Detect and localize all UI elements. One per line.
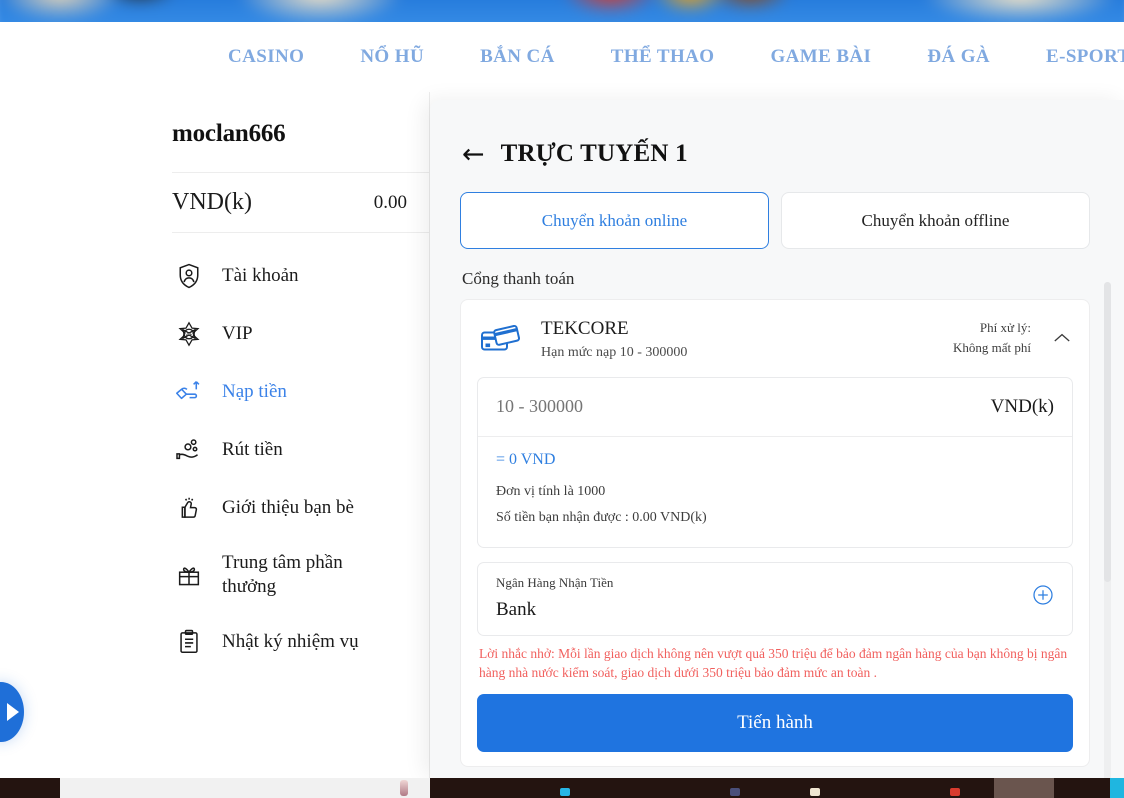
sidebar-item-label: Giới thiệu bạn bè (222, 497, 354, 519)
shield-user-icon (174, 261, 204, 291)
transfer-mode-tabs: Chuyển khoản online Chuyển khoản offline (460, 178, 1090, 249)
gateway-names: TEKCORE Hạn mức nạp 10 - 300000 (541, 316, 937, 361)
sidebar-item-trung-tam-phan-thuong[interactable]: Trung tâm phần thưởng (152, 537, 429, 613)
nav-item-casino[interactable]: CASINO (228, 46, 304, 68)
modal-title: TRỰC TUYẾN 1 (500, 140, 688, 167)
warning-text: Lời nhắc nhở: Mỗi lần giao dịch không nê… (479, 645, 1068, 680)
sidebar-item-label: VIP (222, 323, 253, 345)
gateway-name: TEKCORE (541, 318, 629, 339)
sidebar-item-tai-khoan[interactable]: Tài khoản (152, 247, 429, 305)
top-navigation: CASINO NỔ HŨ BẮN CÁ THỂ THAO GAME BÀI ĐÁ… (0, 22, 1124, 92)
sidebar-item-nap-tien[interactable]: Nạp tiền (152, 363, 429, 421)
deposit-modal: ← TRỰC TUYẾN 1 Chuyển khoản online Chuyể… (430, 100, 1124, 778)
clipboard-list-icon (174, 627, 204, 657)
bottom-strip-marker (400, 780, 408, 796)
proceed-button[interactable]: Tiến hành (477, 693, 1073, 752)
payment-gateway-label: Cổng thanh toán (462, 269, 575, 288)
sidebar-item-rut-tien[interactable]: Rút tiền (152, 421, 429, 479)
bottom-strip-left-dark (0, 778, 60, 798)
sidebar-item-label: Tài khoản (222, 265, 299, 287)
fee-value: Không mất phí (953, 340, 1031, 356)
nav-item-the-thao[interactable]: THỂ THAO (611, 46, 715, 68)
sidebar-item-label: Nhật ký nhiệm vụ (222, 630, 359, 652)
gateway-card-body: VND(k) = 0 VND Đơn vị tính là 1000 Số ti… (461, 376, 1089, 766)
gateway-fee: Phí xử lý: Không mất phí (953, 318, 1035, 360)
play-triangle-icon (7, 703, 19, 721)
bottom-strip-right-dark (430, 778, 1124, 798)
gateway-card-tekcore: TEKCORE Hạn mức nạp 10 - 300000 Phí xử l… (460, 299, 1090, 767)
sidebar-menu: Tài khoản VIP VIP Nạp tiền Rút tiền Giới… (152, 233, 429, 671)
sidebar-item-label: Trung tâm phần thưởng (222, 552, 343, 597)
back-arrow-icon[interactable]: ← (462, 141, 485, 168)
thumbs-up-icon (174, 493, 204, 523)
bottom-strip-dot-1 (560, 788, 570, 796)
fee-label: Phí xử lý: (979, 319, 1031, 335)
sidebar-item-label: Rút tiền (222, 439, 283, 461)
bottom-strip-dot-3 (810, 788, 820, 796)
banner-blur (0, 0, 1124, 22)
vip-badge-icon: VIP (174, 319, 204, 349)
bank-texts: Ngân Hàng Nhận Tiền Bank (496, 575, 613, 621)
bottom-strip-dot-4 (950, 788, 960, 796)
nav-item-game-bai[interactable]: GAME BÀI (770, 46, 871, 68)
bottom-strip-edge (1110, 778, 1124, 798)
modal-header: ← TRỰC TUYẾN 1 (430, 100, 1124, 178)
modal-scrollbar-thumb[interactable] (1104, 282, 1111, 582)
amount-input[interactable] (496, 396, 887, 418)
sidebar-balance: VND(k) 0.00 (152, 173, 429, 232)
bottom-strip-block (994, 778, 1054, 798)
amount-unit-note: Đơn vị tính là 1000 (496, 483, 606, 499)
gateway-limit: Hạn mức nạp 10 - 300000 (541, 344, 688, 360)
gift-icon (174, 560, 204, 590)
tab-chuyen-khoan-online[interactable]: Chuyển khoản online (460, 192, 769, 249)
amount-unit: VND(k) (990, 395, 1054, 417)
amount-receive-note: Số tiền bạn nhận được : 0.00 VND(k) (496, 509, 707, 525)
modal-scroll-area[interactable]: Chuyển khoản online Chuyển khoản offline… (430, 178, 1124, 778)
plus-circle-icon[interactable] (1032, 584, 1054, 611)
tab-chuyen-khoan-offline[interactable]: Chuyển khoản offline (781, 192, 1090, 249)
sidebar-item-vip[interactable]: VIP VIP (152, 305, 429, 363)
withdraw-hand-icon (174, 435, 204, 465)
modal-scrollbar[interactable] (1104, 282, 1111, 778)
app-root: CASINO NỔ HŨ BẮN CÁ THỂ THAO GAME BÀI ĐÁ… (0, 0, 1124, 798)
chevron-up-icon[interactable] (1051, 332, 1073, 344)
svg-text:VIP: VIP (185, 332, 194, 338)
amount-box: VND(k) = 0 VND Đơn vị tính là 1000 Số ti… (477, 376, 1073, 548)
nav-items: CASINO NỔ HŨ BẮN CÁ THỂ THAO GAME BÀI ĐÁ… (0, 46, 1124, 68)
deposit-hand-icon (174, 377, 204, 407)
banner-image-strip (0, 0, 1124, 22)
nav-item-e-sports[interactable]: E-SPORTS (1046, 46, 1124, 68)
gateway-card-header[interactable]: TEKCORE Hạn mức nạp 10 - 300000 Phí xử l… (461, 300, 1089, 377)
sidebar-item-nhat-ky-nhiem-vu[interactable]: Nhật ký nhiệm vụ (152, 613, 429, 671)
bank-selector[interactable]: Ngân Hàng Nhận Tiền Bank (477, 561, 1073, 636)
balance-amount: 0.00 (373, 191, 407, 213)
bottom-strip-dot-2 (730, 788, 740, 796)
nav-item-ban-ca[interactable]: BẮN CÁ (480, 46, 555, 68)
bottom-strip-light (60, 778, 430, 798)
amount-info: = 0 VND Đơn vị tính là 1000 Số tiền bạn … (478, 437, 1072, 547)
credit-cards-icon (479, 321, 525, 355)
bank-value: Bank (496, 598, 537, 620)
amount-input-row: VND(k) (478, 378, 1072, 437)
nav-item-da-ga[interactable]: ĐÁ GÀ (927, 46, 990, 68)
sidebar-item-label: Nạp tiền (222, 381, 287, 403)
balance-currency: VND(k) (172, 189, 252, 215)
amount-equivalent: = 0 VND (496, 450, 556, 468)
bank-label: Ngân Hàng Nhận Tiền (496, 574, 614, 590)
nav-item-no-hu[interactable]: NỔ HŨ (360, 46, 424, 68)
bottom-taskbar-strip (0, 778, 1124, 798)
account-sidebar: moclan666 VND(k) 0.00 Tài khoản VIP VIP … (152, 92, 430, 778)
sidebar-item-gioi-thieu-ban-be[interactable]: Giới thiệu bạn bè (152, 479, 429, 537)
sidebar-username: moclan666 (172, 120, 286, 147)
